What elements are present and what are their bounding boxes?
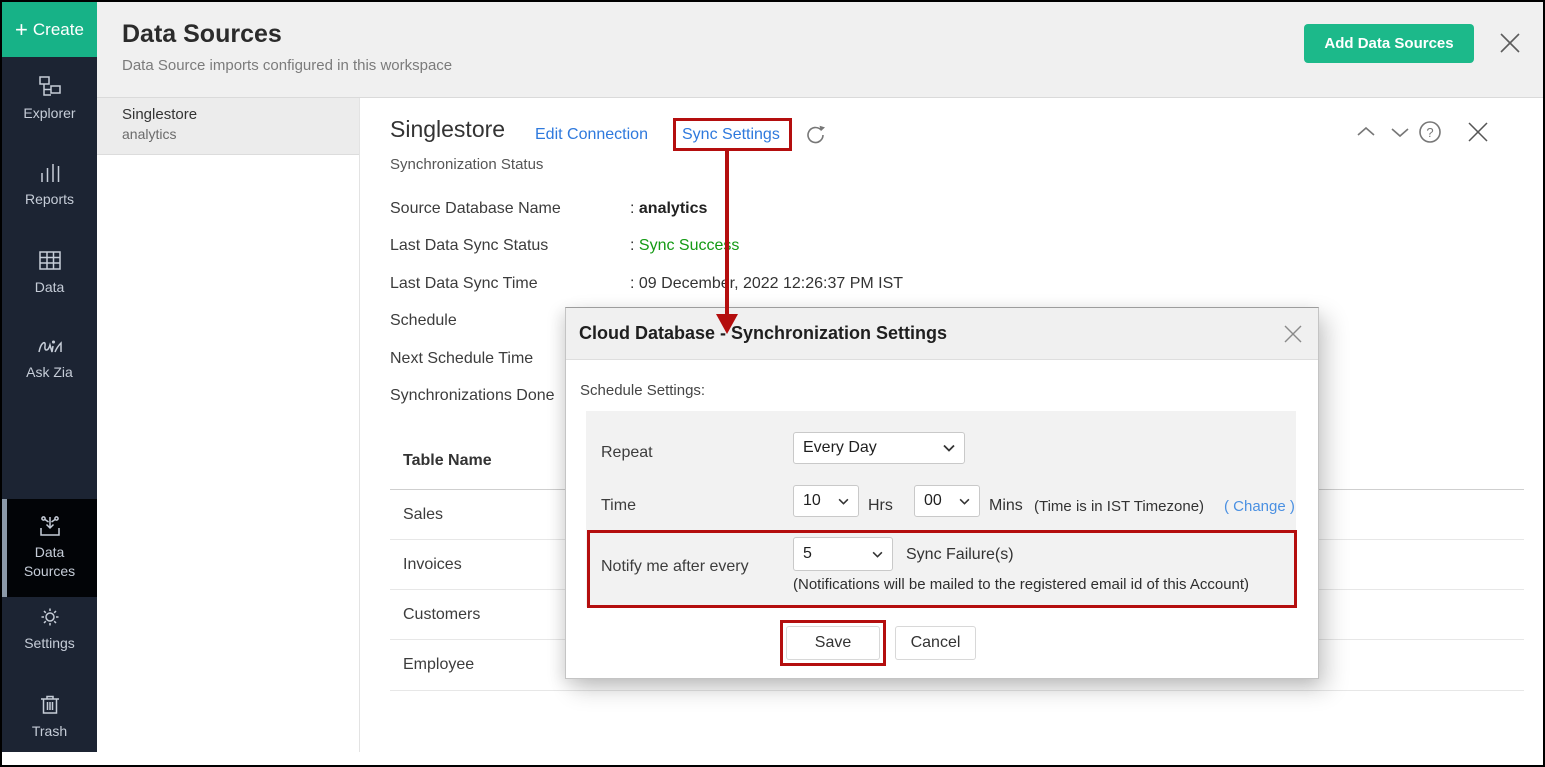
ask-zia-icon — [36, 335, 64, 359]
sidebar-item-label: Data Sources — [2, 543, 97, 581]
svg-text:?: ? — [1426, 125, 1433, 140]
schedule-settings-label: Schedule Settings: — [580, 382, 705, 399]
minutes-select[interactable]: 00 — [914, 485, 980, 517]
sidebar-item-label: Ask Zia — [2, 363, 97, 382]
table-name-column-header: Table Name — [403, 452, 492, 470]
reports-icon — [37, 160, 63, 186]
field-label: Synchronizations Done — [390, 387, 555, 405]
active-item-accent — [2, 499, 7, 597]
collapse-down-icon[interactable] — [1388, 120, 1412, 149]
notify-note: (Notifications will be mailed to the reg… — [793, 576, 1249, 593]
help-icon[interactable]: ? — [1418, 120, 1442, 149]
minutes-select-value: 00 — [924, 492, 942, 510]
sidebar-item-label: Reports — [2, 190, 97, 209]
table-row[interactable]: Invoices — [403, 556, 462, 574]
sidebar-item-label: Data — [2, 278, 97, 297]
field-value: analytics — [639, 200, 707, 217]
sidebar-item-data-sources[interactable]: Data Sources — [2, 499, 97, 597]
source-database: analytics — [122, 126, 359, 142]
chevron-down-icon — [943, 444, 955, 452]
sidebar-item-trash[interactable]: Trash — [2, 692, 97, 741]
field-label: Last Data Sync Time — [390, 275, 538, 293]
field-label: Schedule — [390, 312, 457, 330]
change-timezone-link[interactable]: ( Change ) — [1224, 498, 1295, 515]
add-data-sources-button[interactable]: Add Data Sources — [1304, 24, 1474, 63]
collapse-up-icon[interactable] — [1354, 120, 1378, 149]
data-table-icon — [37, 248, 63, 274]
connection-title: Singlestore — [390, 116, 505, 143]
field-label: Next Schedule Time — [390, 350, 533, 368]
chevron-down-icon — [959, 498, 970, 505]
create-button-label: Create — [33, 20, 84, 40]
sync-settings-link[interactable]: Sync Settings — [682, 126, 780, 144]
data-sources-icon — [36, 513, 64, 539]
repeat-select[interactable]: Every Day — [793, 432, 965, 464]
sidebar-item-reports[interactable]: Reports — [2, 160, 97, 209]
colon: : — [630, 275, 634, 292]
table-row[interactable]: Sales — [403, 506, 443, 524]
gear-icon — [37, 604, 63, 630]
hours-select-value: 10 — [803, 492, 821, 510]
minutes-unit-label: Mins — [989, 497, 1023, 515]
plus-icon: + — [15, 19, 28, 41]
modal-header: Cloud Database - Synchronization Setting… — [566, 308, 1318, 360]
sidebar-item-label: Explorer — [2, 104, 97, 123]
source-list-panel: Singlestore analytics — [97, 98, 360, 752]
source-list-item-singlestore[interactable]: Singlestore analytics — [97, 98, 359, 155]
trash-icon — [37, 692, 63, 718]
colon: : — [630, 200, 634, 217]
sidebar-item-data[interactable]: Data — [2, 248, 97, 297]
colon: : — [630, 237, 634, 254]
sync-settings-modal: Cloud Database - Synchronization Setting… — [565, 307, 1319, 679]
table-row[interactable]: Employee — [403, 656, 474, 674]
notify-unit-label: Sync Failure(s) — [906, 546, 1014, 564]
close-detail-icon[interactable] — [1466, 120, 1490, 149]
explorer-icon — [37, 74, 63, 100]
sidebar-item-ask-zia[interactable]: Ask Zia — [2, 335, 97, 382]
sidebar-item-label: Trash — [2, 722, 97, 741]
notify-count-select[interactable]: 5 — [793, 537, 893, 571]
timezone-note: (Time is in IST Timezone) — [1034, 498, 1204, 515]
field-value: 09 December, 2022 12:26:37 PM IST — [639, 275, 903, 292]
cancel-button[interactable]: Cancel — [895, 626, 976, 660]
repeat-select-value: Every Day — [803, 439, 877, 457]
page-subtitle: Data Source imports configured in this w… — [122, 57, 452, 74]
field-label: Source Database Name — [390, 200, 561, 218]
table-row-divider — [390, 690, 1524, 691]
repeat-label: Repeat — [601, 444, 653, 462]
field-label: Last Data Sync Status — [390, 237, 548, 255]
edit-connection-link[interactable]: Edit Connection — [535, 126, 648, 144]
chevron-down-icon — [872, 551, 883, 558]
sidebar-item-explorer[interactable]: Explorer — [2, 74, 97, 123]
sync-status-section-title: Synchronization Status — [390, 156, 543, 173]
field-value: Sync Success — [639, 237, 739, 254]
save-button[interactable]: Save — [786, 626, 880, 660]
hours-unit-label: Hrs — [868, 497, 893, 515]
hours-select[interactable]: 10 — [793, 485, 859, 517]
refresh-icon[interactable] — [804, 123, 828, 147]
time-label: Time — [601, 497, 636, 515]
sidebar: + Create Explorer Reports — [2, 2, 97, 752]
sidebar-item-settings[interactable]: Settings — [2, 604, 97, 653]
app-window: + Create Explorer Reports — [0, 0, 1545, 767]
modal-title: Cloud Database - Synchronization Setting… — [579, 323, 947, 344]
notify-label: Notify me after every — [601, 558, 749, 576]
modal-close-icon[interactable] — [1282, 323, 1304, 345]
page-header: Data Sources Data Source imports configu… — [97, 2, 1545, 98]
page-title: Data Sources — [122, 20, 282, 49]
close-icon[interactable] — [1497, 30, 1523, 56]
table-row[interactable]: Customers — [403, 606, 480, 624]
notify-count-value: 5 — [803, 545, 812, 563]
chevron-down-icon — [838, 498, 849, 505]
source-name: Singlestore — [122, 106, 359, 123]
sidebar-item-label: Settings — [2, 634, 97, 653]
create-button[interactable]: + Create — [2, 2, 97, 57]
